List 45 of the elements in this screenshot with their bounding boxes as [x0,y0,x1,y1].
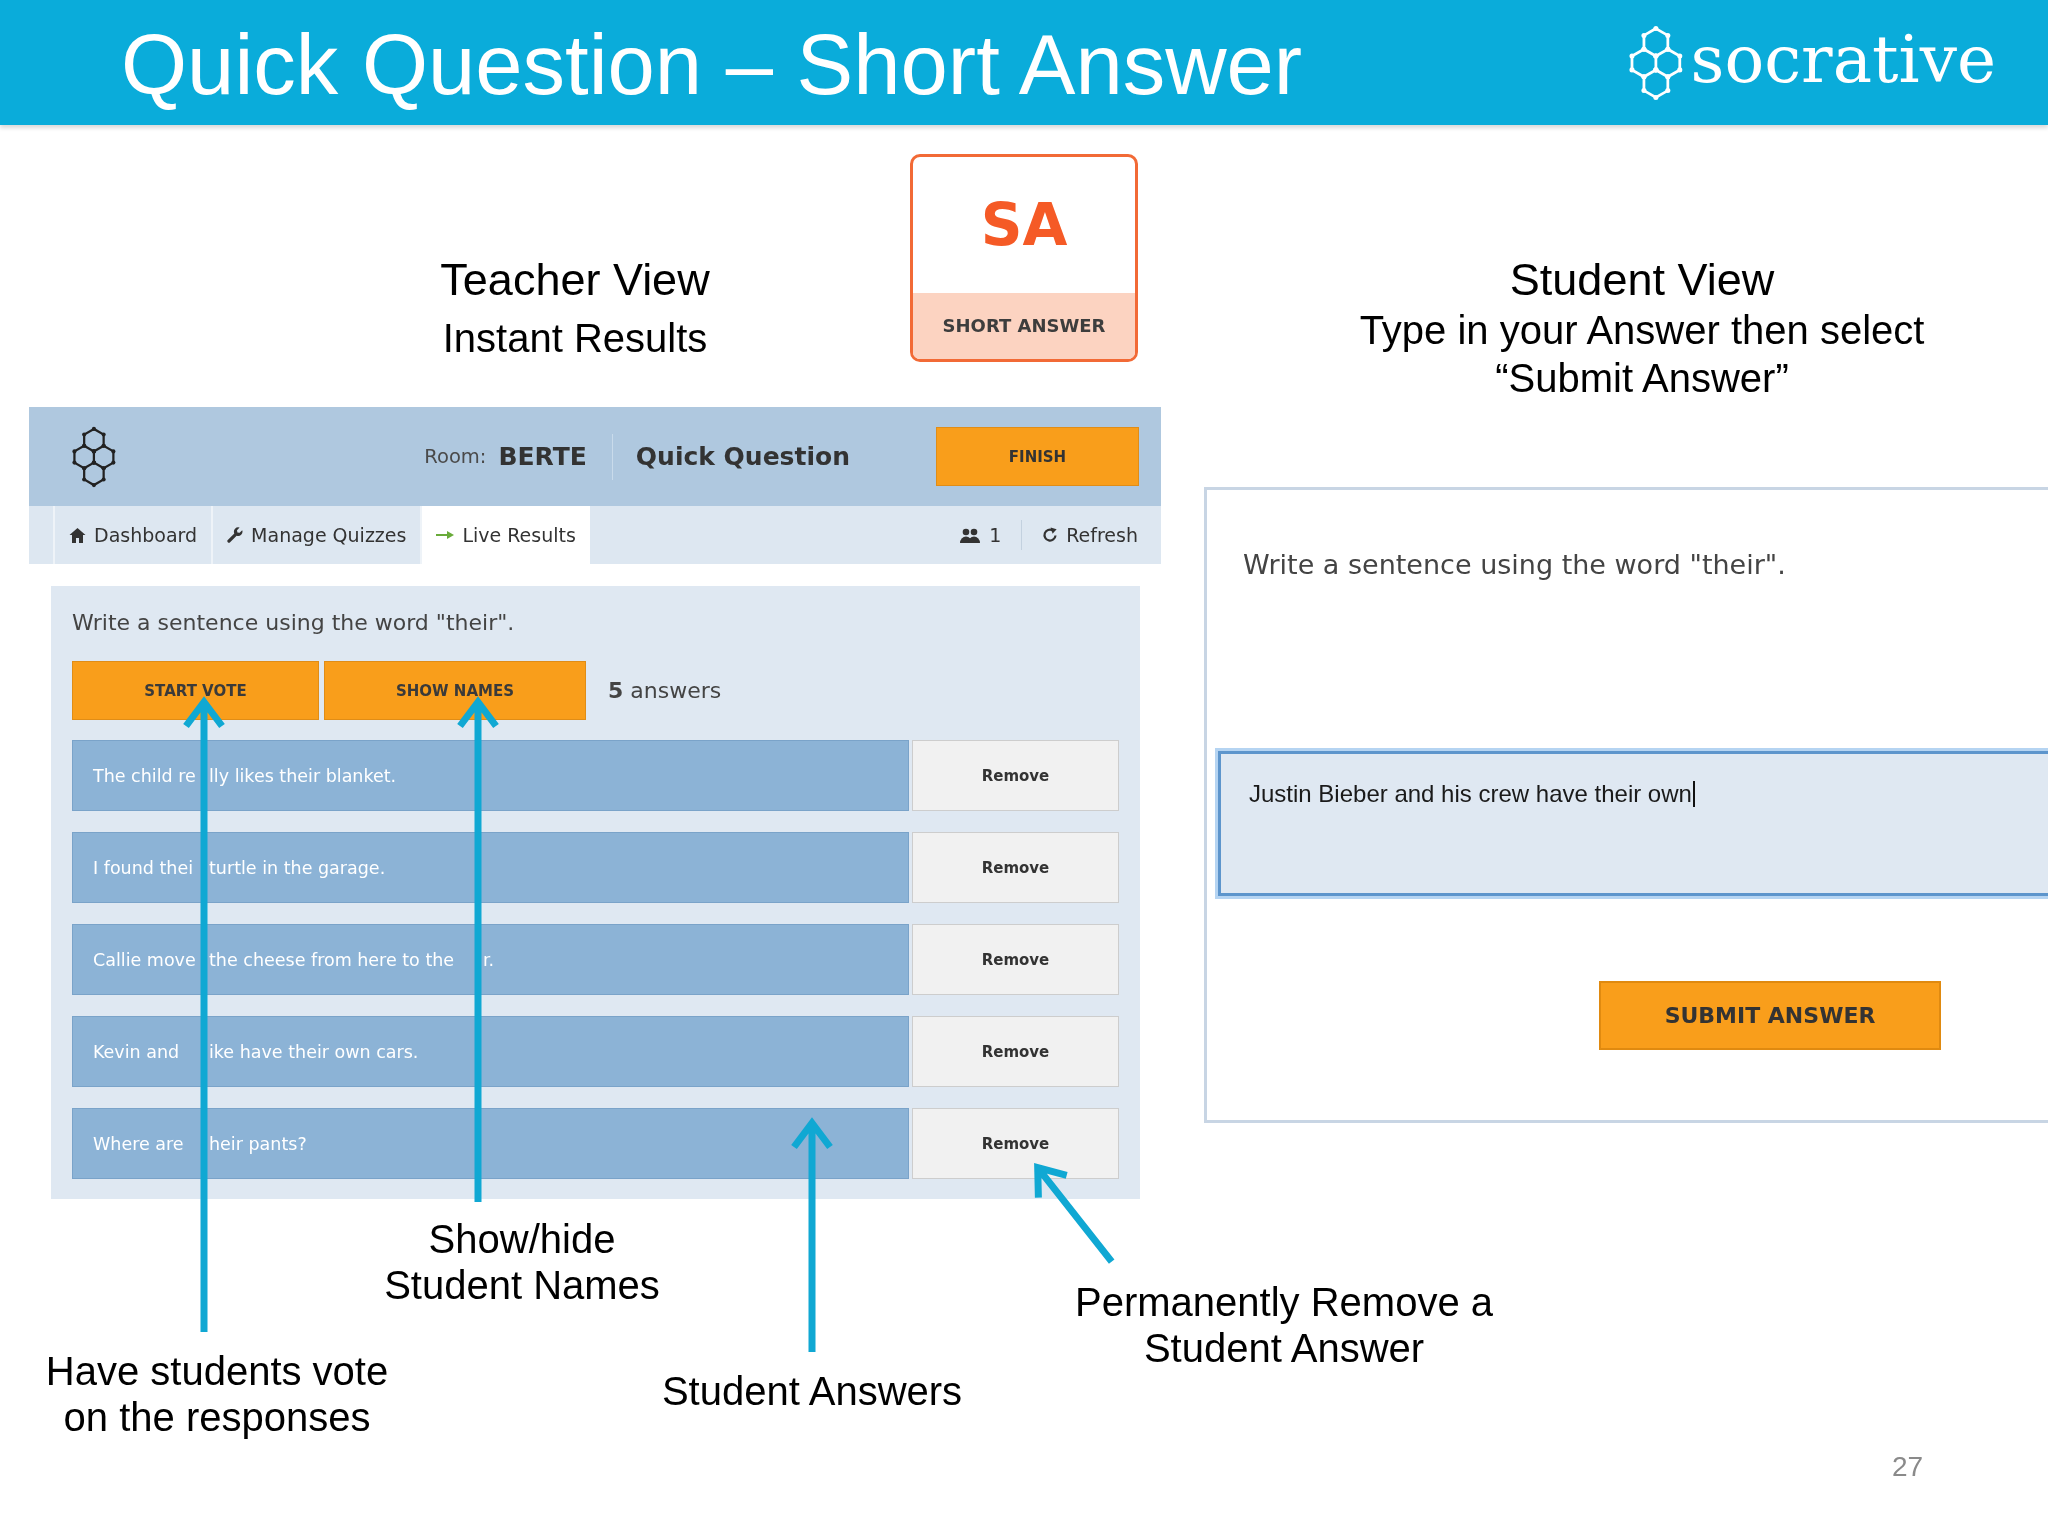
type-abbreviation: SA [980,196,1068,254]
nav-tab[interactable]: Dashboard [53,506,212,564]
view-title: Student View [1509,254,1775,306]
answer-text: The child re lly likes their blanket. [93,765,397,786]
page-number: 27 [1892,1451,1924,1482]
nav-tab[interactable]: Live Results [420,506,590,564]
home-icon [69,527,86,543]
text-cursor-icon [1692,781,1695,807]
hexagon-logo-icon [72,425,116,488]
submit-button[interactable]: SUBMIT ANSWER [1599,981,1941,1050]
room-name: BERTE [498,442,587,471]
wrench-icon [227,527,244,543]
callout-label: Student Answers [661,1368,963,1414]
student-count: 1 [989,524,1002,546]
callout-label: Show/hide Student Names [384,1216,660,1308]
view-subtitle: Instant Results [442,315,708,362]
view-title: Teacher View [440,254,710,306]
answer-field[interactable]: Justin Bieber and his crew have their own [1218,751,2048,896]
answer-text: I found thei turtle in the garage. [93,857,386,878]
callout-label: Have students vote on the responses [45,1348,389,1440]
activity-title: Quick Question [635,442,850,471]
action-button[interactable]: SHOW NAMES [324,661,586,720]
view-subtitle: Type in your Answer then select “Submit Answer” [1359,307,1925,402]
answer-count: 5 answers [608,678,722,703]
finish-button[interactable]: FINISH [936,427,1139,486]
remove-button[interactable]: Remove [912,832,1119,903]
type-label: SHORT ANSWER [942,317,1106,335]
answer-text: Callie move the cheese from here to the r. [93,949,495,970]
question-text: Write a sentence using the word "their". [72,610,515,636]
callout-label: Permanently Remove a Student Answer [1075,1279,1493,1371]
question-text: Write a sentence using the word "their". [1243,548,1786,582]
right-arrow-icon [436,530,455,540]
answer-text: Where are heir pants? [93,1133,307,1154]
refresh-button[interactable]: Refresh [1042,524,1138,546]
remove-button[interactable]: Remove [912,740,1119,811]
room-label: Room: [424,445,487,468]
remove-button[interactable]: Remove [912,1108,1119,1179]
answer-text: Kevin and ike have their own cars. [93,1041,419,1062]
hexagon-logo-icon [1628,24,1683,101]
action-button[interactable]: START VOTE [72,661,319,720]
remove-button[interactable]: Remove [912,1016,1119,1087]
remove-button[interactable]: Remove [912,924,1119,995]
logo-text: socrative [1690,26,1996,93]
people-icon [959,527,982,543]
refresh-icon [1042,527,1059,543]
